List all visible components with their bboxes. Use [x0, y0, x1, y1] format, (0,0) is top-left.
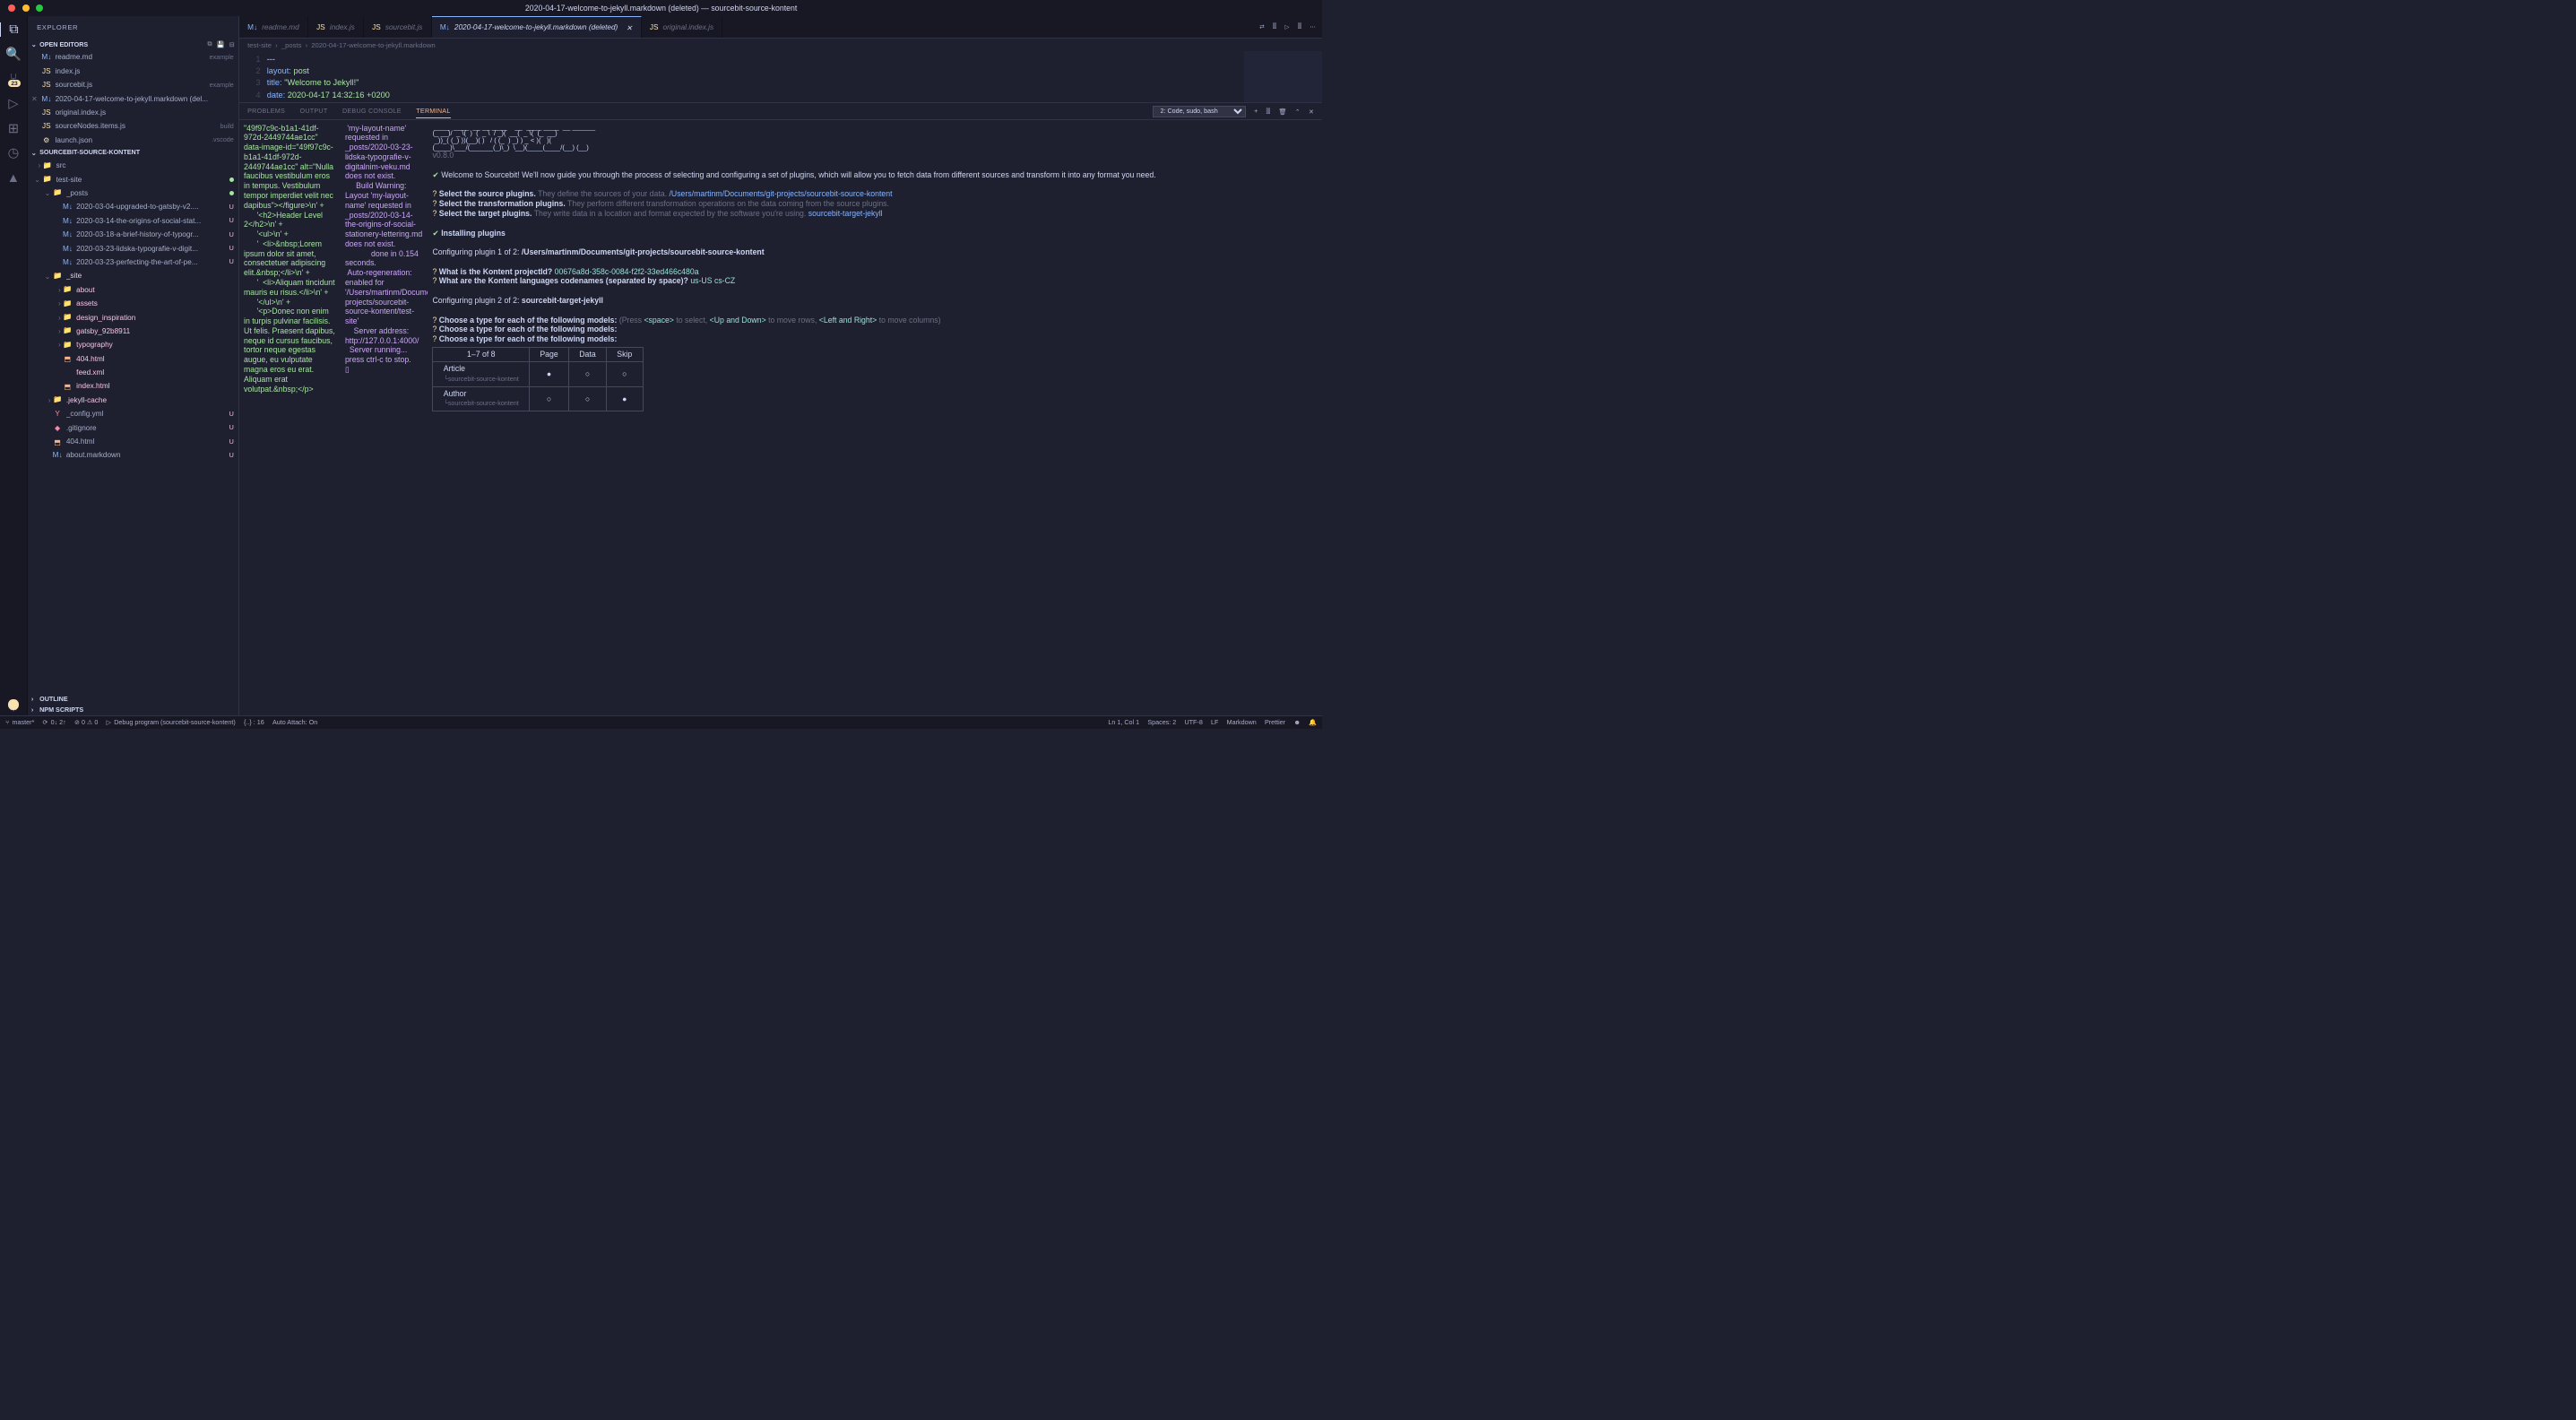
tree-item[interactable]: ⬒index.html — [28, 379, 238, 393]
tree-item[interactable]: ›📁gatsby_92b8911 — [28, 325, 238, 338]
open-editor-item[interactable]: M↓readme.mdexample — [28, 50, 238, 64]
panel-tab[interactable]: DEBUG CONSOLE — [342, 108, 402, 115]
breadcrumb[interactable]: test-site › _posts › 2020-04-17-welcome-… — [239, 39, 1322, 51]
language-mode[interactable]: Markdown — [1227, 718, 1257, 726]
auto-attach[interactable]: Auto Attach: On — [272, 719, 317, 726]
maximize-panel-icon[interactable]: ⌃ — [1295, 108, 1301, 116]
tree-item[interactable]: M↓2020-03-14-the-origins-of-social-stat.… — [28, 214, 238, 228]
titlebar: 2020-04-17-welcome-to-jekyll.markdown (d… — [0, 0, 1322, 16]
more-icon[interactable]: ⋯ — [1310, 23, 1316, 30]
editor-tab[interactable]: JSsourcebit.js — [364, 16, 432, 38]
new-terminal-icon[interactable]: + — [1254, 108, 1258, 115]
tree-item[interactable]: M↓2020-03-18-a-brief-history-of-typogr..… — [28, 228, 238, 241]
git-branch[interactable]: ⑂ master* — [5, 719, 34, 726]
tree-item[interactable]: ⌄📁_site — [28, 269, 238, 282]
git-sync[interactable]: ⟳ 0↓ 2↑ — [43, 718, 66, 726]
problems-status[interactable]: ⊘ 0 ⚠ 0 — [74, 718, 98, 726]
tree-item[interactable]: ⌄📁test-site — [28, 172, 238, 186]
tree-item[interactable]: feed.xml — [28, 366, 238, 379]
tree-item[interactable]: M↓2020-03-04-upgraded-to-gatsby-v2....U — [28, 200, 238, 213]
editor[interactable]: 1234 ---layout: posttitle: "Welcome to J… — [239, 51, 1322, 101]
open-editors-header[interactable]: ⌄OPEN EDITORS ⧉ 💾 ⊟ — [28, 39, 238, 50]
cursor-position[interactable]: Ln 1, Col 1 — [1108, 718, 1139, 726]
encoding[interactable]: UTF-8 — [1184, 718, 1202, 726]
tree-item[interactable]: ›📁about — [28, 283, 238, 297]
run-icon[interactable]: ▷ — [1285, 23, 1290, 30]
tree-item[interactable]: M↓about.markdownU — [28, 448, 238, 462]
editor-tab[interactable]: M↓readme.md — [239, 16, 308, 38]
new-untitled-icon[interactable]: ⧉ — [207, 40, 212, 48]
sidebar-title: EXPLORER — [28, 16, 238, 39]
npm-scripts-header[interactable]: ›NPM SCRIPTS — [28, 705, 238, 715]
workspace-header[interactable]: ⌄SOURCEBIT-SOURCE-KONTENT — [28, 147, 238, 159]
explorer-icon[interactable]: ⧉ — [0, 22, 26, 37]
split-editor-icon[interactable]: ⫿⫿ — [1273, 23, 1276, 30]
panel-tab[interactable]: OUTPUT — [299, 108, 327, 115]
status-bar: ⑂ master* ⟳ 0↓ 2↑ ⊘ 0 ⚠ 0 ▷ Debug progra… — [0, 715, 1322, 729]
kill-terminal-icon[interactable]: 🗑 — [1278, 108, 1286, 116]
sidebar: EXPLORER ⌄OPEN EDITORS ⧉ 💾 ⊟ M↓readme.md… — [28, 16, 239, 714]
panel-tab[interactable]: PROBLEMS — [247, 108, 285, 115]
tree-item[interactable]: ›📁typography — [28, 338, 238, 351]
eol[interactable]: LF — [1211, 718, 1218, 726]
indentation[interactable]: Spaces: 2 — [1147, 718, 1176, 726]
scm-badge: 23 — [8, 80, 21, 87]
open-editor-item[interactable]: ⚙launch.json.vscode — [28, 134, 238, 147]
layout-icon[interactable]: ⫿⫿ — [1298, 23, 1301, 30]
model-select-table[interactable]: 1–7 of 8PageDataSkipArticle└sourcebit-so… — [432, 347, 643, 411]
minimap[interactable] — [1244, 51, 1322, 101]
tree-item[interactable]: ›📁assets — [28, 297, 238, 310]
minimize-window[interactable] — [22, 4, 30, 12]
compare-icon[interactable]: ⇄ — [1259, 23, 1265, 30]
tree-item[interactable]: ⬒404.htmlU — [28, 435, 238, 448]
tree-item[interactable]: ›📁design_inspiration — [28, 310, 238, 324]
save-all-icon[interactable]: 💾 — [217, 40, 225, 48]
close-panel-icon[interactable]: ✕ — [1309, 108, 1314, 116]
bracket-status[interactable]: {..} : 16 — [244, 719, 264, 726]
tree-item[interactable]: ⌄📁_posts — [28, 186, 238, 200]
open-editor-item[interactable]: JSindex.js — [28, 65, 238, 78]
close-window[interactable] — [8, 4, 15, 12]
tree-item[interactable]: M↓2020-03-23-perfecting-the-art-of-pe...… — [28, 255, 238, 269]
timeline-icon[interactable]: ◷ — [6, 146, 21, 160]
tree-item[interactable]: M↓2020-03-23-lidska-typografie-v-digit..… — [28, 241, 238, 255]
editor-tab[interactable]: JSindex.js — [308, 16, 364, 38]
notifications-icon[interactable]: 🔔 — [1309, 718, 1317, 726]
maximize-window[interactable] — [36, 4, 43, 12]
tree-item[interactable]: Y_config.ymlU — [28, 407, 238, 420]
pending-indicator — [8, 699, 18, 709]
tree-item[interactable]: ◆.gitignoreU — [28, 420, 238, 434]
debug-icon[interactable]: ▷ — [6, 97, 21, 111]
panel-tab[interactable]: TERMINAL — [416, 108, 450, 118]
feedback-icon[interactable]: ☻ — [1293, 718, 1301, 726]
tree-item[interactable]: ›📁.jekyll-cache — [28, 394, 238, 407]
activity-bar: ⧉ 🔍 ⑂ 23 ▷ ⊞ ◷ ▲ ⚙ — [0, 16, 28, 714]
terminal-select[interactable]: 2: Code, sudo, bash — [1153, 106, 1245, 117]
panel-tabs: PROBLEMS OUTPUT DEBUG CONSOLE TERMINAL 2: C… — [239, 102, 1322, 121]
window-title: 2020-04-17-welcome-to-jekyll.markdown (d… — [525, 4, 797, 13]
open-editor-item[interactable]: JSoriginal.index.js — [28, 106, 238, 119]
tree-item[interactable]: ›📁src — [28, 159, 238, 172]
open-editor-item[interactable]: JSsourceNodes.items.jsbuild — [28, 119, 238, 133]
azure-icon[interactable]: ▲ — [6, 171, 21, 186]
outline-header[interactable]: ›OUTLINE — [28, 693, 238, 704]
debug-target[interactable]: ▷ Debug program (sourcebit-source-konten… — [107, 718, 236, 726]
editor-tabs: M↓readme.mdJSindex.jsJSsourcebit.jsM↓202… — [239, 16, 1322, 39]
open-editor-item[interactable]: ✕M↓2020-04-17-welcome-to-jekyll.markdown… — [28, 91, 238, 105]
open-editor-item[interactable]: JSsourcebit.jsexample — [28, 78, 238, 91]
editor-tab[interactable]: M↓2020-04-17-welcome-to-jekyll.markdown … — [432, 16, 642, 38]
split-terminal-icon[interactable]: ⫿⫿ — [1266, 108, 1271, 116]
tree-item[interactable]: ⬒404.html — [28, 351, 238, 365]
close-all-icon[interactable]: ⊟ — [229, 40, 235, 48]
extensions-icon[interactable]: ⊞ — [6, 121, 21, 135]
editor-tab[interactable]: JSoriginal.index.js — [642, 16, 723, 38]
prettier-status[interactable]: Prettier — [1265, 718, 1285, 726]
terminal[interactable]: "49f97c9c-b1a1-41df-972d-2449744ae1cc" d… — [239, 120, 1322, 714]
search-icon[interactable]: 🔍 — [6, 47, 21, 61]
